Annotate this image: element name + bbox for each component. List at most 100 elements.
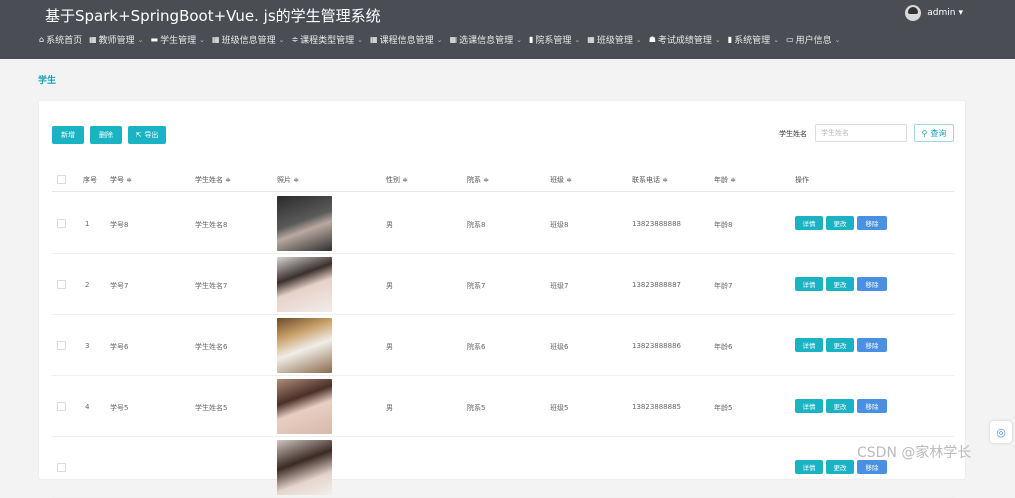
menu-item-label[interactable]: 课程信息管理 [380, 33, 434, 46]
menu-item-label[interactable]: 班级信息管理 [222, 33, 276, 46]
row-checkbox[interactable] [57, 219, 66, 228]
grid-icon: ▦ [449, 35, 458, 44]
remove-button[interactable]: 移除 [857, 277, 887, 291]
row-checkbox[interactable] [57, 280, 66, 289]
student-name: 学生姓名5 [195, 404, 228, 412]
department: 院系8 [467, 221, 486, 229]
col-phone[interactable]: 联系电话 ≑ [632, 175, 668, 185]
menu-item-label[interactable]: 用户信息 [796, 33, 832, 46]
gender: 男 [386, 282, 393, 290]
assistant-icon[interactable]: ◎ [990, 421, 1012, 443]
menu-item-exam-scores[interactable]: ☗ 考试成绩管理 ⌄ [649, 33, 721, 46]
menu-item-label[interactable]: 系统管理 [734, 33, 770, 46]
edit-button[interactable]: 更改 [826, 338, 854, 352]
chevron-down-icon: ⌄ [436, 35, 443, 44]
chevron-down-icon: ⌄ [635, 35, 642, 44]
menu-item-label[interactable]: 院系管理 [535, 33, 571, 46]
table-row: 详情 更改 移除 [52, 437, 954, 498]
menu-item-label[interactable]: 班级管理 [597, 33, 633, 46]
chevron-down-icon: ⌄ [357, 35, 364, 44]
edit-button[interactable]: 更改 [826, 460, 854, 474]
student-no: 学号5 [110, 404, 129, 412]
col-actions: 操作 [795, 176, 809, 184]
menu-item-students[interactable]: ▬ 学生管理 ⌄ [151, 33, 205, 46]
menu-item-classes[interactable]: ▦ 班级管理 ⌄ [587, 33, 641, 46]
menu-item-home[interactable]: ⌂ 系统首页 [39, 33, 82, 46]
col-student-no[interactable]: 学号 ≑ [110, 175, 132, 185]
row-checkbox[interactable] [57, 402, 66, 411]
menu-item-label[interactable]: 系统首页 [46, 33, 82, 46]
breadcrumb: 学生 [38, 76, 57, 86]
username[interactable]: admin [927, 8, 955, 18]
gender: 男 [386, 221, 393, 229]
remove-button[interactable]: 移除 [857, 338, 887, 352]
menu-item-course-info[interactable]: ▦ 课程信息管理 ⌄ [370, 33, 442, 46]
export-button[interactable]: ⇱ 导出 [128, 126, 166, 144]
menu-item-enrollment[interactable]: ▦ 选课信息管理 ⌄ [450, 33, 522, 46]
user-menu[interactable]: admin ▾ [905, 5, 963, 21]
department: 院系7 [467, 282, 486, 290]
search-button-label: 查询 [930, 128, 947, 138]
menu-item-teachers[interactable]: ▦ 教师管理 ⌄ [89, 33, 143, 46]
chevron-down-icon: ⌄ [516, 35, 522, 44]
row-index: 4 [85, 403, 90, 411]
table-row: 1 学号8 学生姓名8 男 院系8 班级8 13823888888 年龄8 详情… [52, 193, 954, 254]
menu-item-user-info[interactable]: ▭ 用户信息 ⌄ [786, 33, 840, 46]
search-button[interactable]: ⚲ 查询 [914, 124, 954, 142]
delete-button[interactable]: 删除 [90, 126, 122, 144]
phone: 13823888887 [632, 281, 681, 289]
table-row: 4 学号5 学生姓名5 男 院系5 班级5 13823888885 年龄5 详情… [52, 376, 954, 437]
menu-item-class-info[interactable]: ▦ 班级信息管理 ⌄ [212, 33, 284, 46]
detail-button[interactable]: 详情 [795, 216, 823, 230]
student-no: 学号6 [110, 343, 129, 351]
edit-button[interactable]: 更改 [826, 277, 854, 291]
menu-item-label[interactable]: 选课信息管理 [459, 33, 513, 46]
menu-item-course-types[interactable]: ≑ 课程类型管理 ⌄ [291, 33, 363, 46]
detail-button[interactable]: 详情 [795, 277, 823, 291]
chevron-down-icon: ⌄ [714, 35, 721, 44]
menu-item-label[interactable]: 考试成绩管理 [658, 33, 712, 46]
user-caret-icon[interactable]: ▾ [958, 8, 963, 18]
chevron-down-icon: ⌄ [199, 35, 205, 44]
card-icon: ▬ [150, 35, 159, 44]
remove-button[interactable]: 移除 [857, 460, 887, 474]
student-name-search-input[interactable]: 学生姓名 [815, 124, 907, 142]
row-checkbox[interactable] [57, 341, 66, 350]
add-button[interactable]: 新增 [52, 126, 84, 144]
detail-button[interactable]: 详情 [795, 399, 823, 413]
export-icon: ⇱ [135, 131, 142, 139]
edit-button[interactable]: 更改 [826, 399, 854, 413]
phone: 13823888888 [632, 220, 681, 228]
avatar[interactable] [905, 5, 922, 21]
student-no: 学号7 [110, 282, 129, 290]
remove-button[interactable]: 移除 [857, 216, 887, 230]
menu-item-label[interactable]: 学生管理 [160, 33, 196, 46]
row-index: 2 [85, 281, 90, 289]
grid-icon: ▦ [89, 35, 97, 44]
remove-button[interactable]: 移除 [857, 399, 887, 413]
export-label: 导出 [144, 131, 159, 139]
phone: 13823888885 [632, 403, 681, 411]
select-all-checkbox[interactable] [57, 175, 66, 184]
chevron-down-icon: ⌄ [278, 35, 285, 44]
home-icon: ⌂ [39, 35, 45, 44]
gender: 男 [386, 404, 393, 412]
menu-item-label[interactable]: 课程类型管理 [300, 33, 354, 46]
menu-item-system[interactable]: ▮ 系统管理 ⌄ [728, 33, 779, 46]
col-age[interactable]: 年龄 ≑ [714, 175, 736, 185]
detail-button[interactable]: 详情 [795, 338, 823, 352]
student-photo [277, 379, 332, 434]
edit-button[interactable]: 更改 [826, 216, 854, 230]
table-header: 序号 学号 ≑ 学生姓名 ≑ 照片 ≑ 性别 ≑ 院系 ≑ 班级 ≑ 联系电话 … [52, 167, 954, 192]
col-department[interactable]: 院系 ≑ [467, 175, 489, 185]
col-gender[interactable]: 性别 ≑ [386, 175, 408, 185]
menu-item-label[interactable]: 教师管理 [99, 33, 135, 46]
detail-button[interactable]: 详情 [795, 460, 823, 474]
main-menu: ⌂ 系统首页 ▦ 教师管理 ⌄ ▬ 学生管理 ⌄ ▦ 班级信息管理 ⌄ ≑ 课程类型管理 ⌄ ▦ 课… [39, 33, 848, 46]
menu-item-departments[interactable]: ▮ 院系管理 ⌄ [529, 33, 580, 46]
settings-icon: ▮ [727, 35, 733, 44]
col-class[interactable]: 班级 ≑ [550, 175, 572, 185]
col-name[interactable]: 学生姓名 ≑ [195, 175, 231, 185]
col-photo[interactable]: 照片 ≑ [277, 175, 299, 185]
age: 年龄5 [714, 404, 733, 412]
